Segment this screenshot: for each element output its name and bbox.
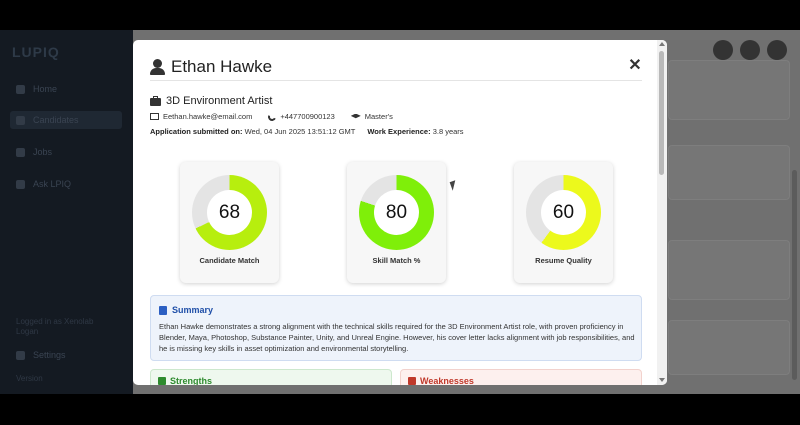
- candidate-modal: Ethan Hawke ✕ 3D Environment Artist Eeth…: [133, 40, 667, 385]
- background-card: [668, 60, 790, 120]
- graduation-cap-icon: [350, 113, 361, 119]
- score-card-skill-match: 80 Skill Match %: [347, 162, 446, 283]
- score-ring: 80: [359, 175, 434, 250]
- summary-header: Summary: [159, 305, 213, 315]
- page-scrollbar[interactable]: [792, 170, 797, 380]
- scroll-up-icon[interactable]: [659, 42, 665, 46]
- notifications-button[interactable]: [740, 40, 760, 60]
- job-title-row: 3D Environment Artist: [150, 95, 272, 107]
- submitted-value: Wed, 04 Jun 2025 13:51:12 GMT: [244, 127, 356, 136]
- chat-icon: [16, 179, 25, 189]
- thumbs-down-icon: [408, 377, 416, 385]
- sidebar-item-candidates[interactable]: Candidates: [10, 111, 122, 129]
- job-title: 3D Environment Artist: [166, 95, 273, 107]
- briefcase-icon: [16, 147, 25, 157]
- candidate-name: Ethan Hawke: [171, 57, 273, 76]
- document-icon: [159, 305, 167, 315]
- experience-value: 3.8 years: [432, 127, 464, 136]
- score-card-candidate-match: 68 Candidate Match: [180, 162, 279, 283]
- score-label: Skill Match %: [372, 256, 421, 265]
- degree-item: Master's: [350, 112, 393, 121]
- user-icon: [150, 59, 165, 75]
- sidebar-item-label: Jobs: [33, 147, 53, 157]
- experience-label: Work Experience:: [367, 127, 431, 136]
- sidebar-item-settings[interactable]: Settings: [16, 347, 66, 363]
- background-card: [668, 320, 790, 375]
- envelope-icon: [150, 113, 159, 120]
- weaknesses-box: Weaknesses: [400, 369, 642, 385]
- strengths-box: Strengths: [150, 369, 392, 385]
- modal-scrollbar[interactable]: [657, 40, 667, 385]
- briefcase-icon: [150, 96, 161, 106]
- user-icon: [16, 115, 25, 125]
- score-ring: 60: [526, 175, 601, 250]
- background-card: [668, 240, 790, 300]
- sidebar: LUPIQ Home Candidates Jobs Ask LPIQ Logg…: [0, 30, 133, 394]
- submitted-label: Application submitted on:: [150, 127, 243, 136]
- app-screen: LUPIQ Home Candidates Jobs Ask LPIQ Logg…: [0, 30, 800, 394]
- strengths-title: Strengths: [170, 376, 213, 385]
- phone-text[interactable]: +447700900123: [280, 112, 334, 121]
- score-value: 68: [207, 190, 252, 235]
- application-meta: Application submitted on: Wed, 04 Jun 20…: [150, 127, 464, 136]
- thumbs-up-icon: [158, 377, 166, 385]
- background-card: [668, 145, 790, 200]
- sidebar-item-label: Ask LPIQ: [33, 179, 72, 189]
- login-info: Logged in as Xenolab Logan: [16, 317, 94, 336]
- add-button[interactable]: [713, 40, 733, 60]
- score-card-resume-quality: 60 Resume Quality: [514, 162, 613, 283]
- sidebar-item-home[interactable]: Home: [16, 81, 57, 97]
- version-text: Version: [16, 374, 43, 383]
- experience-info: Work Experience: 3.8 years: [367, 127, 463, 136]
- scroll-thumb[interactable]: [659, 51, 664, 175]
- email-item: Eethan.hawke@email.com: [150, 112, 252, 121]
- email-text[interactable]: Eethan.hawke@email.com: [163, 112, 252, 121]
- app-logo: LUPIQ: [12, 44, 60, 60]
- weaknesses-title: Weaknesses: [420, 376, 474, 385]
- score-value: 80: [374, 190, 419, 235]
- summary-title: Summary: [172, 305, 214, 315]
- score-ring: 68: [192, 175, 267, 250]
- sidebar-item-label: Home: [33, 84, 58, 94]
- scroll-down-icon[interactable]: [659, 378, 665, 382]
- summary-box: Summary Ethan Hawke demonstrates a stron…: [150, 295, 642, 361]
- submitted-info: Application submitted on: Wed, 04 Jun 20…: [150, 127, 355, 136]
- gear-icon: [16, 350, 25, 360]
- home-icon: [16, 84, 25, 94]
- sidebar-item-ask[interactable]: Ask LPIQ: [16, 176, 71, 192]
- score-label: Resume Quality: [535, 256, 592, 265]
- score-label: Candidate Match: [199, 256, 260, 265]
- sidebar-item-label: Candidates: [33, 115, 79, 125]
- sidebar-item-jobs[interactable]: Jobs: [16, 144, 52, 160]
- profile-button[interactable]: [767, 40, 787, 60]
- weaknesses-header: Weaknesses: [408, 376, 474, 385]
- modal-header: Ethan Hawke: [150, 57, 272, 77]
- score-value: 60: [541, 190, 586, 235]
- sidebar-item-label: Settings: [33, 350, 66, 360]
- phone-icon: [267, 111, 278, 122]
- degree-text: Master's: [364, 112, 393, 121]
- strengths-header: Strengths: [158, 376, 212, 385]
- divider: [150, 80, 642, 81]
- phone-item: +447700900123: [267, 111, 335, 122]
- close-button[interactable]: ✕: [628, 58, 642, 74]
- summary-text: Ethan Hawke demonstrates a strong alignm…: [159, 322, 635, 353]
- contact-row: Eethan.hawke@email.com +447700900123 Mas…: [150, 111, 409, 122]
